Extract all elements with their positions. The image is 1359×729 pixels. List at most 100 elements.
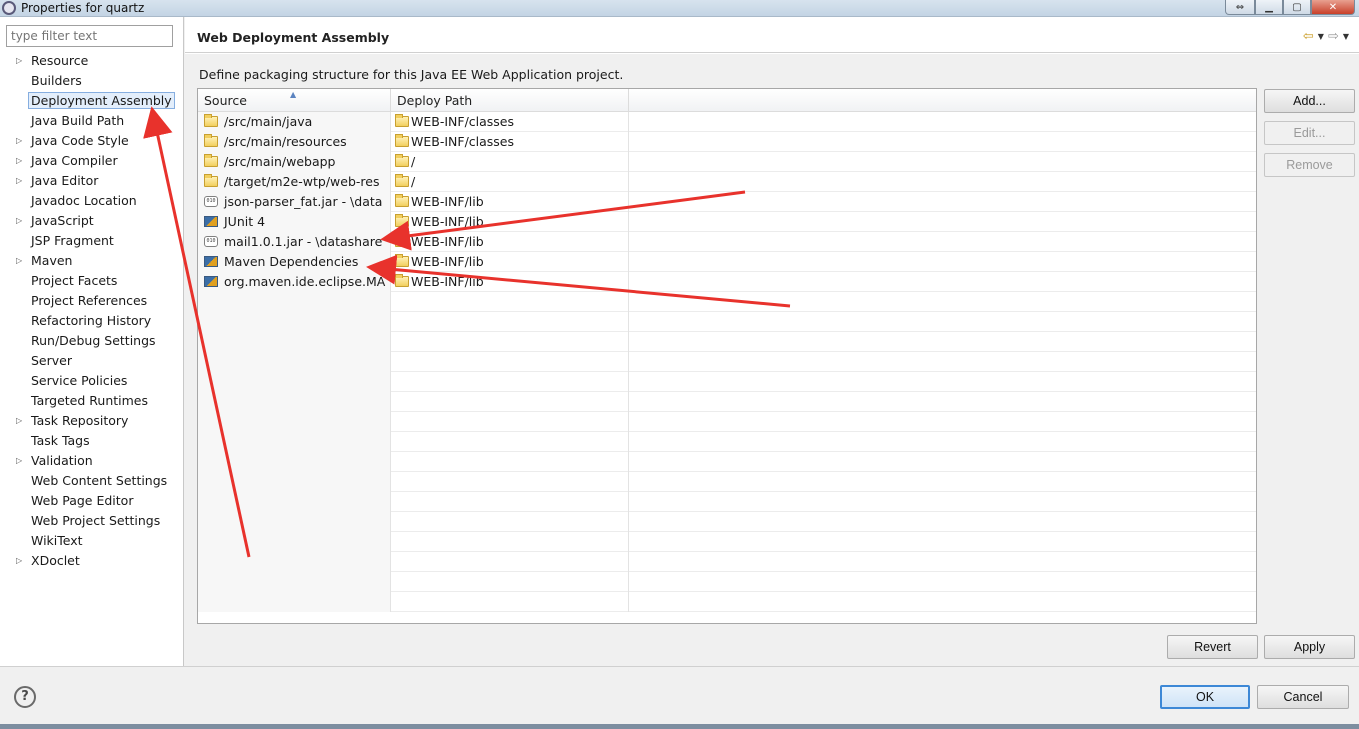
tree-item[interactable]: JSP Fragment	[0, 231, 184, 251]
tree-item-label: Web Content Settings	[31, 473, 168, 488]
table-row[interactable]: /src/main/resources WEB-INF/classes	[198, 132, 1256, 152]
tree-item[interactable]: Deployment Assembly	[0, 91, 184, 111]
tree-item[interactable]: Task Tags	[0, 431, 184, 451]
apply-button[interactable]: Apply	[1264, 635, 1355, 659]
tree-item[interactable]: Run/Debug Settings	[0, 331, 184, 351]
deploy-path-cell: WEB-INF/lib	[391, 192, 629, 212]
empty-table-row	[198, 392, 1256, 412]
tree-item[interactable]: Project Facets	[0, 271, 184, 291]
deploy-path-cell: WEB-INF/lib	[391, 272, 629, 292]
deploy-path-cell: /	[391, 152, 629, 172]
table-row[interactable]: 010 json-parser_fat.jar - \data WEB-INF/li…	[198, 192, 1256, 212]
deploy-path-cell: WEB-INF/lib	[391, 252, 629, 272]
history-navigation: ⇦ ▼ ⇨ ▼	[1303, 29, 1349, 44]
expand-arrow-icon[interactable]: ▷	[16, 51, 22, 71]
source-text: /src/main/resources	[224, 134, 347, 149]
tree-item[interactable]: ▷ Resource	[0, 51, 184, 71]
tree-item[interactable]: Refactoring History	[0, 311, 184, 331]
folder-icon	[204, 174, 218, 187]
jar-icon: 010	[204, 236, 218, 247]
filter-input[interactable]	[6, 25, 173, 47]
tree-item[interactable]: ▷ Validation	[0, 451, 184, 471]
table-row[interactable]: 010 mail1.0.1.jar - \datashare WEB-INF/lib	[198, 232, 1256, 252]
expand-arrow-icon[interactable]: ▷	[16, 171, 22, 191]
tree-item-label: Refactoring History	[31, 313, 152, 328]
tree-item[interactable]: Web Content Settings	[0, 471, 184, 491]
tree-item[interactable]: ▷ Maven	[0, 251, 184, 271]
tree-item[interactable]: ▷ Java Compiler	[0, 151, 184, 171]
empty-table-row	[198, 352, 1256, 372]
minimize-icon[interactable]: ▁	[1255, 0, 1283, 15]
empty-table-row	[198, 492, 1256, 512]
tree-item[interactable]: Targeted Runtimes	[0, 391, 184, 411]
help-icon[interactable]: ?	[14, 686, 36, 708]
tree-item[interactable]: Server	[0, 351, 184, 371]
table-row[interactable]: org.maven.ide.eclipse.MA WEB-INF/lib	[198, 272, 1256, 292]
deploy-path-text: WEB-INF/lib	[411, 274, 484, 289]
revert-button[interactable]: Revert	[1167, 635, 1258, 659]
expand-arrow-icon[interactable]: ▷	[16, 151, 22, 171]
tree-item[interactable]: ▷ XDoclet	[0, 551, 184, 571]
ok-button[interactable]: OK	[1160, 685, 1250, 709]
expand-arrow-icon[interactable]: ▷	[16, 251, 22, 271]
deploy-path-text: WEB-INF/classes	[411, 114, 515, 129]
table-row[interactable]: JUnit 4 WEB-INF/lib	[198, 212, 1256, 232]
tree-item[interactable]: ▷ Java Code Style	[0, 131, 184, 151]
tree-item[interactable]: Java Build Path	[0, 111, 184, 131]
table-row[interactable]: /target/m2e-wtp/web-res /	[198, 172, 1256, 192]
deploy-path-cell	[391, 352, 629, 372]
expand-arrow-icon[interactable]: ▷	[16, 451, 22, 471]
tree-item[interactable]: Project References	[0, 291, 184, 311]
cancel-button[interactable]: Cancel	[1257, 685, 1349, 709]
back-arrow-icon[interactable]: ⇦	[1303, 29, 1314, 44]
tree-item[interactable]: Web Project Settings	[0, 511, 184, 531]
edit-button[interactable]: Edit...	[1264, 121, 1355, 145]
property-tree: ▷ Resource Builders Deployment Assembly Java…	[0, 51, 184, 571]
expand-arrow-icon[interactable]: ▷	[16, 551, 22, 571]
chevron-down-icon[interactable]: ▼	[1343, 32, 1349, 44]
library-icon	[204, 216, 218, 227]
tree-item[interactable]: Builders	[0, 71, 184, 91]
folder-icon	[395, 114, 409, 127]
deploy-path-cell	[391, 392, 629, 412]
source-cell: JUnit 4	[198, 212, 391, 232]
empty-table-row	[198, 512, 1256, 532]
deploy-path-cell	[391, 312, 629, 332]
tree-item[interactable]: Javadoc Location	[0, 191, 184, 211]
source-cell	[198, 392, 391, 412]
column-header-source[interactable]: ▲ Source	[198, 89, 391, 112]
deploy-path-cell	[391, 452, 629, 472]
tree-item-label: Java Editor	[31, 173, 99, 188]
column-header-deploy-path[interactable]: Deploy Path	[391, 89, 629, 112]
tree-item[interactable]: Service Policies	[0, 371, 184, 391]
forward-arrow-icon[interactable]: ⇨	[1328, 29, 1339, 44]
table-row[interactable]: /src/main/webapp /	[198, 152, 1256, 172]
source-text: json-parser_fat.jar - \data	[224, 194, 383, 209]
tree-item[interactable]: ▷ JavaScript	[0, 211, 184, 231]
tree-item[interactable]: ▷ Task Repository	[0, 411, 184, 431]
title-bar: Properties for quartz ⇔ ▁ ▢ ✕	[0, 0, 1359, 17]
expand-arrow-icon[interactable]: ▷	[16, 131, 22, 151]
table-row[interactable]: /src/main/java WEB-INF/classes	[198, 112, 1256, 132]
chevron-down-icon[interactable]: ▼	[1318, 32, 1324, 44]
deploy-path-text: WEB-INF/classes	[411, 134, 515, 149]
add-button[interactable]: Add...	[1264, 89, 1355, 113]
source-cell	[198, 452, 391, 472]
maximize-icon[interactable]: ▢	[1283, 0, 1311, 15]
tree-item-label: Web Project Settings	[31, 513, 161, 528]
taskbar-strip	[0, 724, 1359, 729]
remove-button[interactable]: Remove	[1264, 153, 1355, 177]
tree-item[interactable]: Web Page Editor	[0, 491, 184, 511]
tree-item[interactable]: WikiText	[0, 531, 184, 551]
expand-arrow-icon[interactable]: ▷	[16, 411, 22, 431]
empty-table-row	[198, 372, 1256, 392]
tree-item-label: Maven	[31, 253, 73, 268]
close-icon[interactable]: ✕	[1311, 0, 1355, 15]
property-page: Web Deployment Assembly ⇦ ▼ ⇨ ▼ Define p…	[185, 17, 1359, 666]
restore-icon[interactable]: ⇔	[1225, 0, 1255, 15]
expand-arrow-icon[interactable]: ▷	[16, 211, 22, 231]
folder-icon	[395, 214, 409, 227]
tree-item[interactable]: ▷ Java Editor	[0, 171, 184, 191]
table-row[interactable]: Maven Dependencies WEB-INF/lib	[198, 252, 1256, 272]
source-cell	[198, 432, 391, 452]
